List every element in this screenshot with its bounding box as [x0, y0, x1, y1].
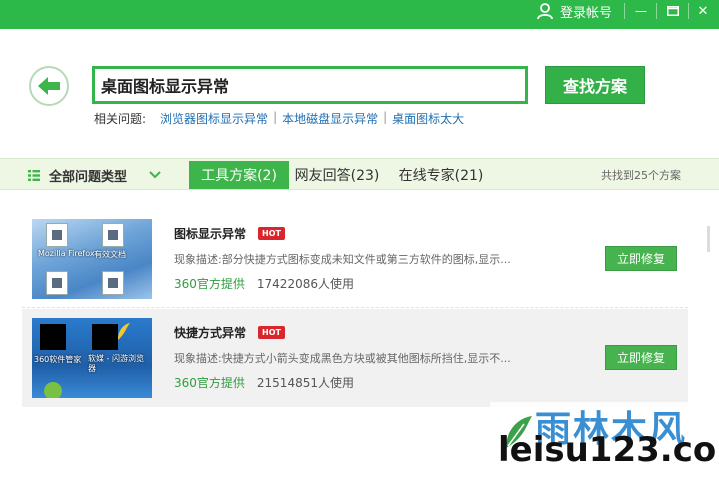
- watermark-url: leisu123.com: [498, 430, 719, 470]
- close-button[interactable]: ✕: [688, 0, 718, 22]
- result-thumbnail: Mozilla Firefox 有效文档: [32, 219, 152, 299]
- result-description: 现象描述:快捷方式小箭头变成黑色方块或被其他图标所挡住,显示不...: [174, 352, 511, 365]
- arrow-left-icon: [38, 77, 60, 95]
- minimize-icon: —: [635, 4, 647, 18]
- result-item: 360软件管家 软媒 - 闪游浏览器 快捷方式异常 HOT 现象描述:快捷方式小…: [22, 309, 688, 407]
- result-thumbnail: 360软件管家 软媒 - 闪游浏览器: [32, 318, 152, 398]
- related-link-local-disk[interactable]: 本地磁盘显示异常: [282, 110, 378, 127]
- tab-online-experts[interactable]: 在线专家(21): [392, 161, 490, 189]
- result-title[interactable]: 快捷方式异常 HOT: [174, 324, 285, 341]
- login-account-button[interactable]: 登录帐号: [536, 0, 612, 22]
- related-label: 相关问题:: [94, 112, 147, 126]
- window-button-separator: [656, 3, 657, 19]
- maximize-button[interactable]: [658, 0, 688, 22]
- window-button-separator: [624, 3, 625, 19]
- desktop-icon-label: 360软件管家: [34, 355, 82, 364]
- scrollbar-thumb[interactable]: [707, 226, 710, 252]
- black-square-icon: [92, 324, 118, 350]
- link-separator: |: [383, 110, 388, 124]
- fix-now-button[interactable]: 立即修复: [605, 345, 677, 370]
- related-link-icon-too-big[interactable]: 桌面图标太大: [392, 110, 464, 127]
- desktop-file-icon: [46, 223, 68, 247]
- desktop-icon-label: 软媒 - 闪游浏览器: [88, 354, 144, 373]
- app-logo-icon: [44, 382, 62, 398]
- desktop-file-icon: [102, 271, 124, 295]
- desktop-file-icon: [102, 223, 124, 247]
- search-box: [92, 66, 528, 104]
- close-icon: ✕: [697, 3, 709, 19]
- browser-logo-icon: [118, 323, 130, 340]
- user-icon: [537, 3, 553, 20]
- found-count: 共找到25个方案: [601, 169, 681, 182]
- result-description: 现象描述:部分快捷方式图标变成未知文件或第三方软件的图标,显示...: [174, 253, 511, 266]
- usage-count: 17422086人使用: [256, 277, 354, 291]
- chevron-down-icon: [149, 171, 161, 179]
- result-title-text: 图标显示异常: [174, 227, 247, 241]
- result-item: Mozilla Firefox 有效文档 图标显示异常 HOT 现象描述:部分快…: [22, 210, 688, 308]
- title-bar: 登录帐号 — ✕: [0, 0, 719, 29]
- minimize-button[interactable]: —: [626, 0, 656, 22]
- all-problem-types-dropdown[interactable]: 全部问题类型: [28, 159, 161, 191]
- tab-tool-solutions[interactable]: 工具方案(2): [189, 161, 289, 189]
- tab-netizen-answers[interactable]: 网友回答(23): [292, 161, 382, 189]
- result-title[interactable]: 图标显示异常 HOT: [174, 225, 285, 242]
- result-title-text: 快捷方式异常: [174, 326, 247, 340]
- maximize-icon: [667, 6, 679, 16]
- search-input[interactable]: [101, 75, 525, 95]
- login-label: 登录帐号: [560, 5, 613, 21]
- usage-count: 21514851人使用: [256, 376, 354, 390]
- fix-now-button[interactable]: 立即修复: [605, 246, 677, 271]
- hot-badge: HOT: [258, 326, 285, 339]
- desktop-file-icon: [46, 271, 68, 295]
- provider-label: 360官方提供: [174, 376, 245, 390]
- hot-badge: HOT: [258, 227, 285, 240]
- black-square-icon: [40, 324, 66, 350]
- back-button[interactable]: [29, 66, 69, 106]
- list-icon: [28, 169, 40, 181]
- result-meta: 360官方提供 21514851人使用: [174, 374, 354, 391]
- result-meta: 360官方提供 17422086人使用: [174, 275, 354, 292]
- link-separator: |: [273, 110, 278, 124]
- desktop-icon-label: Mozilla Firefox: [38, 249, 95, 258]
- find-solution-button[interactable]: 查找方案: [545, 66, 645, 104]
- all-types-label: 全部问题类型: [49, 169, 128, 185]
- category-tab-bar: 全部问题类型 工具方案(2) 网友回答(23) 在线专家(21) 共找到25个方…: [0, 158, 719, 190]
- desktop-icon-label: 有效文档: [94, 250, 126, 259]
- related-link-browser-icon[interactable]: 浏览器图标显示异常: [160, 110, 268, 127]
- related-questions: 相关问题: 浏览器图标显示异常 | 本地磁盘显示异常 | 桌面图标太大: [94, 110, 464, 127]
- provider-label: 360官方提供: [174, 277, 245, 291]
